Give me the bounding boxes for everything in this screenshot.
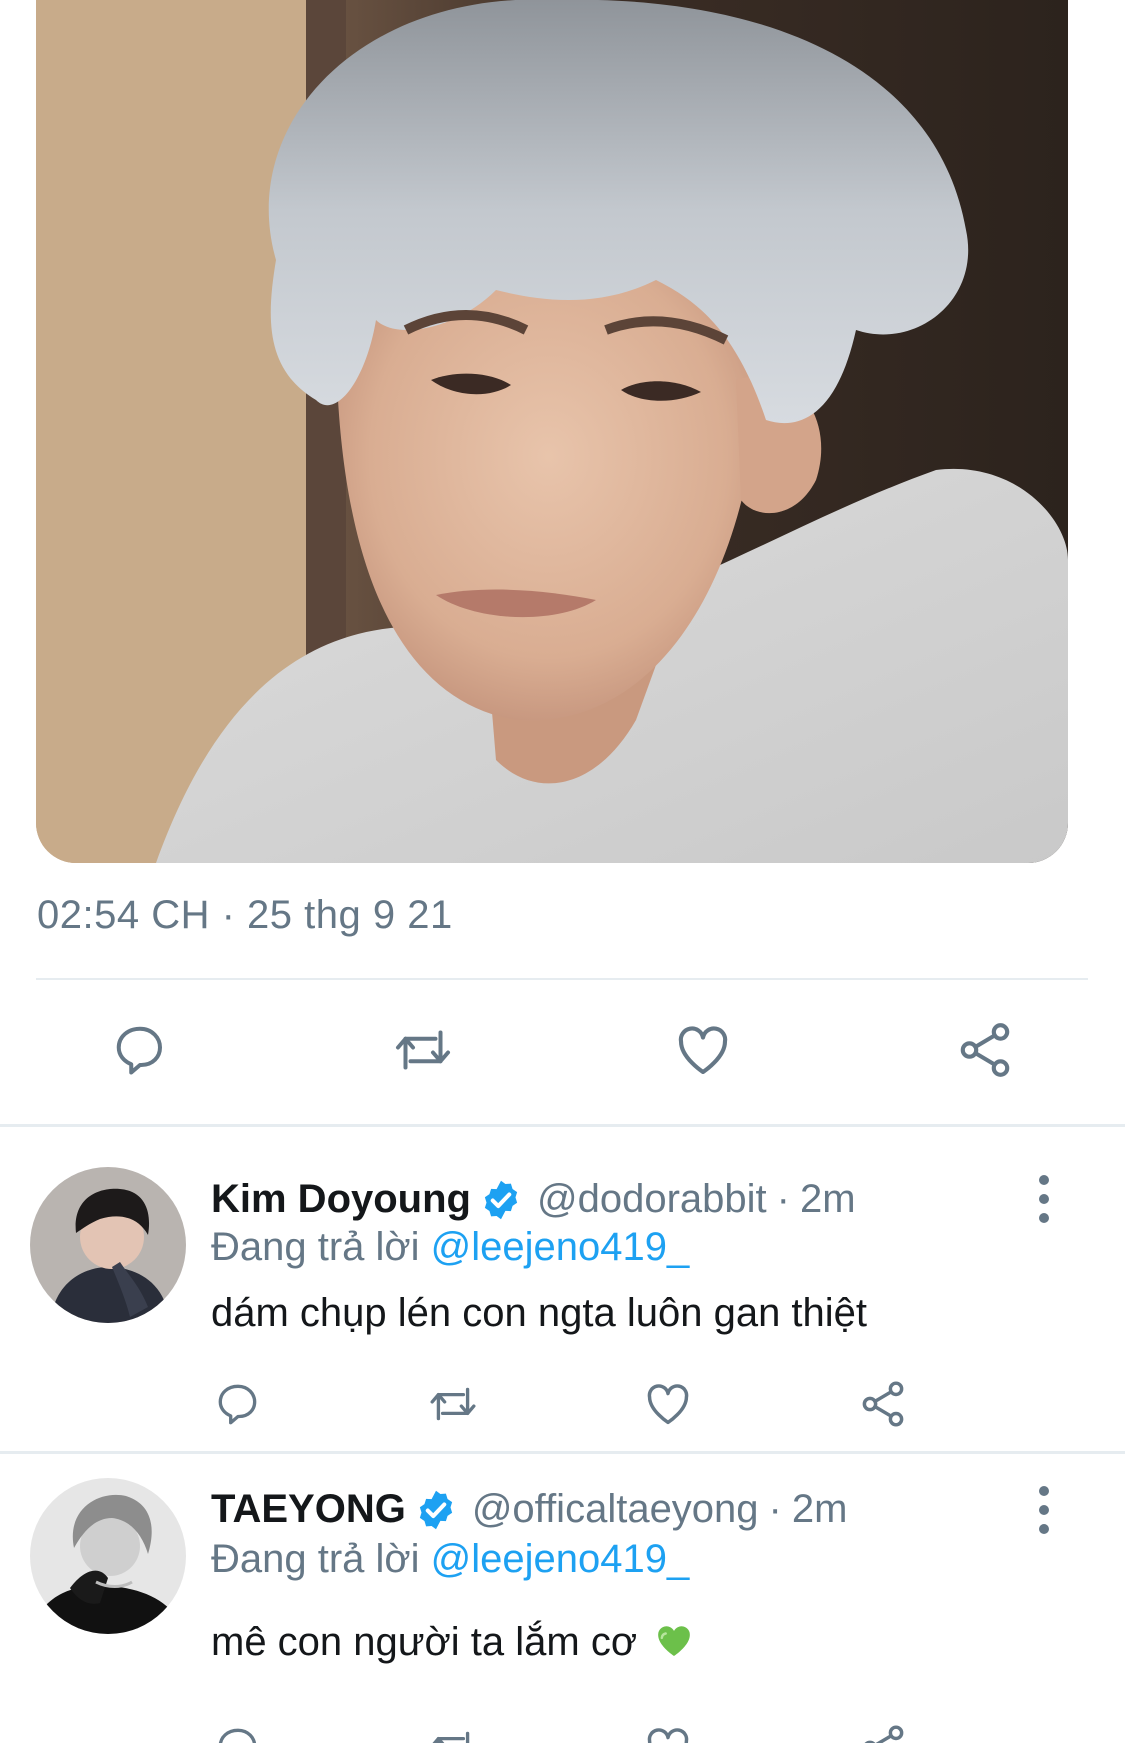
share-icon [960, 1023, 1010, 1077]
replying-to: Đang trả lời @leejeno419_ [211, 1225, 689, 1270]
reply-button[interactable] [100, 1010, 180, 1090]
reply-author-line: Kim Doyoung @dodorabbit · 2m [211, 1177, 856, 1222]
photo-illustration [36, 0, 1068, 863]
divider [36, 978, 1088, 980]
avatar-image [30, 1478, 186, 1634]
avatar-image [30, 1167, 186, 1323]
separator: · [776, 1177, 790, 1221]
verified-badge-icon [419, 1490, 452, 1529]
replying-mention-link[interactable]: @leejeno419_ [431, 1225, 690, 1269]
reply-tweet[interactable]: Kim Doyoung @dodorabbit · 2m Đang trả lờ… [0, 1127, 1125, 1452]
green-heart-emoji-icon [658, 1626, 691, 1656]
like-button[interactable] [636, 1716, 700, 1743]
share-icon [864, 1725, 904, 1743]
retweet-button[interactable] [383, 1010, 463, 1090]
replying-mention-link[interactable]: @leejeno419_ [431, 1537, 690, 1581]
tweet-action-bar [0, 1010, 1125, 1090]
tweet-photo[interactable] [36, 0, 1068, 863]
like-button[interactable] [636, 1372, 700, 1436]
reply-text: mê con người ta lắm cơ [211, 1620, 638, 1664]
reply-text: dám chụp lén con ngta luôn gan thiệt [211, 1291, 868, 1335]
more-vertical-icon [1039, 1175, 1049, 1185]
more-options-button[interactable] [1030, 1486, 1058, 1534]
display-name[interactable]: TAEYONG [211, 1487, 406, 1532]
heart-icon [647, 1728, 689, 1743]
separator: · [768, 1487, 782, 1531]
more-vertical-icon [1039, 1486, 1049, 1496]
reply-time: 2m [799, 1177, 856, 1221]
heart-icon [678, 1026, 728, 1075]
reply-tweet[interactable]: TAEYONG @officaltaeyong · 2m Đang trả lờ… [0, 1454, 1125, 1743]
retweet-icon [396, 1030, 450, 1070]
retweet-button[interactable] [421, 1372, 485, 1436]
handle[interactable]: @dodorabbit [537, 1177, 767, 1222]
replying-to: Đang trả lời @leejeno419_ [211, 1537, 689, 1582]
heart-icon [647, 1384, 689, 1425]
reply-icon [116, 1026, 162, 1075]
reply-action-bar [0, 1372, 1125, 1436]
replying-prefix: Đang trả lời [211, 1225, 420, 1269]
like-button[interactable] [663, 1010, 743, 1090]
avatar[interactable] [30, 1478, 186, 1634]
reply-icon [218, 1384, 257, 1425]
verified-badge-icon [484, 1180, 518, 1219]
display-name[interactable]: Kim Doyoung [211, 1177, 471, 1222]
replying-prefix: Đang trả lời [211, 1537, 420, 1581]
share-icon [862, 1381, 904, 1427]
tweet-timestamp: 02:54 CH · 25 thg 9 21 [37, 893, 453, 937]
handle[interactable]: @officaltaeyong [472, 1487, 759, 1532]
avatar[interactable] [30, 1167, 186, 1323]
reply-text-line: mê con người ta lắm cơ [211, 1620, 694, 1665]
retweet-button[interactable] [421, 1716, 485, 1743]
retweet-icon [432, 1731, 470, 1743]
more-options-button[interactable] [1030, 1175, 1058, 1223]
retweet-icon [430, 1387, 476, 1421]
share-button[interactable] [945, 1010, 1025, 1090]
share-button[interactable] [851, 1716, 915, 1743]
share-button[interactable] [851, 1372, 915, 1436]
reply-icon [218, 1728, 257, 1743]
reply-author-line: TAEYONG @officaltaeyong · 2m [211, 1487, 847, 1532]
reply-button[interactable] [206, 1716, 270, 1743]
reply-time: 2m [791, 1487, 848, 1531]
reply-action-bar [0, 1716, 1125, 1743]
reply-button[interactable] [206, 1372, 270, 1436]
